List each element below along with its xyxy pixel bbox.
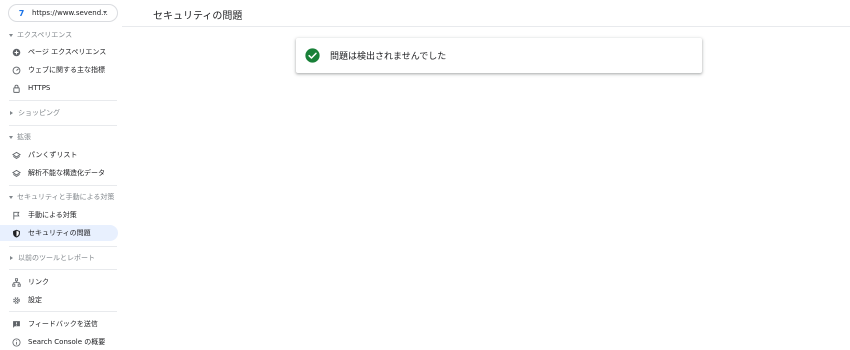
sidebar-item-label: 手動による対策 xyxy=(28,211,77,219)
speed-gauge-icon xyxy=(12,66,21,75)
divider xyxy=(9,269,117,270)
shield-icon xyxy=(12,229,21,238)
layers-icon xyxy=(12,151,21,160)
collapse-arrow-icon xyxy=(10,111,13,115)
section-header-label: 拡張 xyxy=(17,133,31,141)
links-icon xyxy=(12,277,21,287)
divider xyxy=(9,246,117,247)
property-url: https://www.sevend... xyxy=(32,9,108,17)
section-header-enhancements[interactable]: 拡張 xyxy=(9,132,31,142)
sidebar-item-label: パンくずリスト xyxy=(28,151,78,159)
lock-icon xyxy=(12,84,21,93)
sidebar-item-label: ページ エクスペリエンス xyxy=(28,48,107,56)
sidebar-item-core-web-vitals[interactable]: ウェブに関する主な指標 xyxy=(0,62,118,78)
sidebar-item-breadcrumbs[interactable]: パンくずリスト xyxy=(0,147,118,163)
expand-arrow-icon xyxy=(9,135,13,139)
section-header-security[interactable]: セキュリティと手動による対策 xyxy=(9,192,114,202)
section-header-label: セキュリティと手動による対策 xyxy=(17,193,115,201)
plus-circle-icon xyxy=(12,48,21,57)
sidebar-item-label: HTTPS xyxy=(28,84,51,92)
section-header-label: 以前のツールとレポート xyxy=(18,254,95,262)
layers-icon xyxy=(12,169,21,178)
page-title: セキュリティの問題 xyxy=(153,11,243,22)
site-logo-icon: 7 xyxy=(18,8,25,18)
sidebar-item-label: ウェブに関する主な指標 xyxy=(28,66,105,74)
section-header-label: エクスペリエンス xyxy=(17,31,73,39)
security-result-card: 問題は検出されませんでした xyxy=(296,38,702,73)
section-header-shopping[interactable]: ショッピング xyxy=(9,108,60,118)
dropdown-caret-icon xyxy=(103,11,107,14)
sidebar-item-manual-actions[interactable]: 手動による対策 xyxy=(0,207,118,223)
result-message: 問題は検出されませんでした xyxy=(330,52,447,62)
divider xyxy=(9,125,117,126)
check-circle-icon xyxy=(305,48,320,63)
section-header-legacy-tools[interactable]: 以前のツールとレポート xyxy=(9,253,95,263)
sidebar-item-label: フィードバックを送信 xyxy=(28,320,98,328)
sidebar-item-links[interactable]: リンク xyxy=(0,274,118,290)
sidebar-item-label: セキュリティの問題 xyxy=(28,229,91,237)
sidebar-item-unparsable-structured-data[interactable]: 解析不能な構造化データ xyxy=(0,165,118,181)
property-selector[interactable]: 7 https://www.sevend... xyxy=(8,4,118,22)
sidebar-item-security-issues[interactable]: セキュリティの問題 xyxy=(0,225,118,241)
sidebar-item-label: 解析不能な構造化データ xyxy=(28,169,105,177)
sidebar-item-label: 設定 xyxy=(28,296,42,304)
section-header-label: ショッピング xyxy=(18,109,60,117)
section-header-experience[interactable]: エクスペリエンス xyxy=(9,30,72,40)
flag-icon xyxy=(12,211,21,220)
expand-arrow-icon xyxy=(9,195,13,199)
divider xyxy=(9,185,117,186)
collapse-arrow-icon xyxy=(10,256,13,260)
sidebar-item-label: リンク xyxy=(28,278,49,286)
sidebar: 7 https://www.sevend... エクスペリエンス ページ エクス… xyxy=(0,0,122,350)
search-console-app: 7 https://www.sevend... エクスペリエンス ページ エクス… xyxy=(0,0,850,350)
sidebar-item-about[interactable]: Search Console の概要 xyxy=(0,334,118,350)
divider xyxy=(9,311,117,312)
info-icon xyxy=(12,337,21,347)
sidebar-item-https[interactable]: HTTPS xyxy=(0,80,118,96)
sidebar-item-settings[interactable]: 設定 xyxy=(0,292,118,308)
divider xyxy=(9,100,117,101)
gear-icon xyxy=(12,296,21,305)
header-divider xyxy=(122,26,850,27)
feedback-icon xyxy=(12,320,21,329)
expand-arrow-icon xyxy=(9,33,13,37)
sidebar-item-send-feedback[interactable]: フィードバックを送信 xyxy=(0,316,118,332)
sidebar-item-page-experience[interactable]: ページ エクスペリエンス xyxy=(0,44,118,60)
sidebar-item-label: Search Console の概要 xyxy=(28,338,106,346)
